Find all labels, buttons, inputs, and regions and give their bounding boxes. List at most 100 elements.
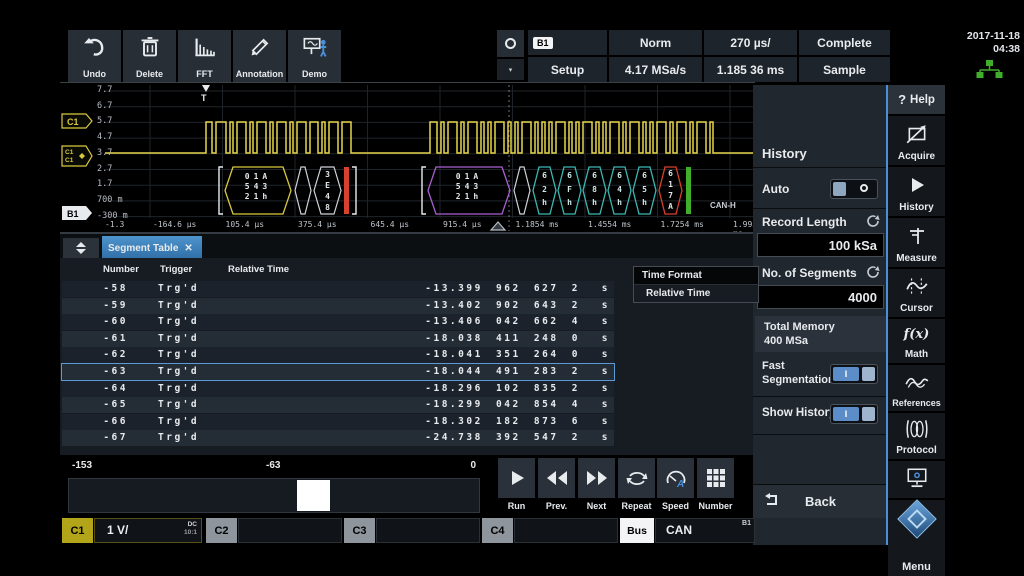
c1-scale-value: 1 V/ <box>107 523 128 537</box>
sidebar-item-acquire[interactable]: Acquire <box>888 116 945 166</box>
column-header-number[interactable]: Number <box>103 264 139 275</box>
segments-field[interactable]: 4000 <box>757 285 884 309</box>
sidebar-item-help[interactable]: ? Help <box>888 85 945 115</box>
toolbar-config-button[interactable] <box>497 30 524 57</box>
demo-board-icon <box>302 35 328 64</box>
demo-button[interactable]: Demo <box>288 30 341 82</box>
trigger-label: T <box>201 93 207 103</box>
history-slider-handle[interactable] <box>297 480 330 511</box>
c3-channel-cell[interactable] <box>376 518 480 543</box>
c2-channel-cell[interactable] <box>238 518 342 543</box>
sidebar-item-math[interactable]: f(x) Math <box>888 319 945 364</box>
sidebar-item-menu[interactable]: Menu <box>888 500 945 576</box>
record-length-auto-icon[interactable] <box>866 214 880 233</box>
decode-id-line: 01A <box>430 172 508 182</box>
c1-channel-cell[interactable]: 1 V/ DC 10:1 <box>94 518 202 543</box>
sample-rate-cell[interactable]: 4.17 MSa/s <box>609 57 702 82</box>
column-header-trigger[interactable]: Trigger <box>160 264 192 275</box>
decode-char: 8 <box>583 183 606 197</box>
segment-trigger-state: Trg'd <box>158 432 199 443</box>
time-format-selected-option[interactable]: Relative Time <box>634 284 758 302</box>
y-axis-label: 700 m <box>97 195 123 205</box>
table-row[interactable]: -64Trg'd-18.296 102 835 2s <box>62 381 614 397</box>
table-row[interactable]: -61Trg'd-18.038 411 248 0s <box>62 331 614 347</box>
time-tick-label: -164.6 µs <box>153 220 196 229</box>
decode-char: 6 <box>558 169 581 183</box>
segment-relative-time: -13.402 902 643 2 <box>425 300 580 311</box>
close-icon[interactable]: ✕ <box>184 243 192 254</box>
table-row[interactable]: -66Trg'd-18.302 182 873 6s <box>62 414 614 430</box>
protocol-label: Protocol <box>896 445 937 456</box>
table-row[interactable]: -63Trg'd-18.044 491 283 2s <box>62 364 614 380</box>
cursor-icon <box>905 269 929 303</box>
time-tick-label: 1.7254 ms <box>661 220 704 229</box>
bus-channel-badge[interactable]: Bus <box>620 518 654 543</box>
decode-char: 6 <box>608 169 631 183</box>
timebase-cell[interactable]: 270 µs/ <box>704 30 797 55</box>
record-length-field[interactable]: 100 kSa <box>757 233 884 257</box>
back-button[interactable]: Back <box>753 484 888 518</box>
table-row[interactable]: -62Trg'd-18.041 351 264 0s <box>62 347 614 363</box>
sidebar-item-references[interactable]: References <box>888 365 945 412</box>
setup-cell[interactable]: Setup <box>528 57 607 82</box>
waveform-display[interactable]: C1 C1 C1 B1 T 7.76.75.74.73.72.71.7700 m… <box>60 82 755 233</box>
sidebar-item-protocol[interactable]: Protocol <box>888 413 945 460</box>
c4-channel-cell[interactable] <box>514 518 618 543</box>
history-slider-track[interactable] <box>68 478 480 513</box>
acq-state-cell[interactable]: Complete <box>799 30 890 55</box>
decode-frame2-data-text: 65h <box>633 169 656 210</box>
segments-value: 4000 <box>848 290 877 305</box>
segment-time-unit: s <box>602 383 610 394</box>
time-reference-marker[interactable] <box>491 222 505 230</box>
number-button[interactable] <box>697 458 734 498</box>
bus1-status-cell[interactable]: B1 <box>528 30 567 55</box>
segments-auto-icon[interactable] <box>866 265 880 284</box>
history-panel-title: History <box>762 146 807 161</box>
segment-trigger-state: Trg'd <box>158 316 199 327</box>
c1-waveform-trace <box>105 122 753 153</box>
acq-mode-cell[interactable]: Sample <box>799 57 890 82</box>
table-row[interactable]: -67Trg'd-24.738 392 547 2s <box>62 430 614 446</box>
delete-button[interactable]: Delete <box>123 30 176 82</box>
sidebar-item-cursor[interactable]: Cursor <box>888 269 945 318</box>
annotation-button[interactable]: Annotation <box>233 30 286 82</box>
total-memory-value: 400 MSa <box>764 334 808 348</box>
next-button[interactable] <box>578 458 615 498</box>
record-time-cell[interactable]: 1.185 36 ms <box>704 57 797 82</box>
bus-channel-cell[interactable]: CAN B1 <box>655 518 755 543</box>
table-row[interactable]: -60Trg'd-13.406 042 662 4s <box>62 314 614 330</box>
acquire-icon <box>905 116 929 151</box>
trigger-mode-cell[interactable]: Norm <box>609 30 702 55</box>
auto-toggle[interactable] <box>830 179 878 199</box>
show-history-toggle[interactable]: I <box>830 404 878 424</box>
c1-channel-badge[interactable]: C1 <box>62 518 93 543</box>
toolbar-collapse-button[interactable]: ▾ <box>497 59 524 80</box>
tab-segment-table[interactable]: Segment Table ✕ <box>102 236 202 260</box>
c4-channel-badge[interactable]: C4 <box>482 518 513 543</box>
prev-button[interactable] <box>538 458 575 498</box>
acq-mode-value: Sample <box>823 63 866 77</box>
decode-frame2-data-text: 6Fh <box>558 169 581 210</box>
c1-probe-ratio: 10:1 <box>184 529 197 536</box>
fast-segmentation-toggle[interactable]: I <box>830 364 878 384</box>
annotation-label: Annotation <box>236 69 284 79</box>
empty-status-cell[interactable] <box>564 30 607 55</box>
segment-trigger-state: Trg'd <box>158 349 199 360</box>
decode-frame2-data-text: 64h <box>608 169 631 210</box>
sidebar-item-measure[interactable]: Measure <box>888 218 945 268</box>
run-button[interactable] <box>498 458 535 498</box>
sidebar-item-history[interactable]: History <box>888 167 945 217</box>
table-row[interactable]: -59Trg'd-13.402 902 643 2s <box>62 298 614 314</box>
c2-channel-badge[interactable]: C2 <box>206 518 237 543</box>
table-sort-button[interactable] <box>63 238 99 258</box>
y-axis-label: 6.7 <box>97 101 112 111</box>
table-row[interactable]: -65Trg'd-18.299 042 854 4s <box>62 397 614 413</box>
speed-button[interactable]: A <box>657 458 694 498</box>
undo-button[interactable]: Undo <box>68 30 121 82</box>
repeat-button[interactable] <box>618 458 655 498</box>
c3-channel-badge[interactable]: C3 <box>344 518 375 543</box>
fft-button[interactable]: FFT <box>178 30 231 82</box>
sidebar-item-display[interactable] <box>888 461 945 499</box>
column-header-relative-time[interactable]: Relative Time <box>228 264 289 275</box>
table-row[interactable]: -58Trg'd-13.399 962 627 2s <box>62 281 614 297</box>
